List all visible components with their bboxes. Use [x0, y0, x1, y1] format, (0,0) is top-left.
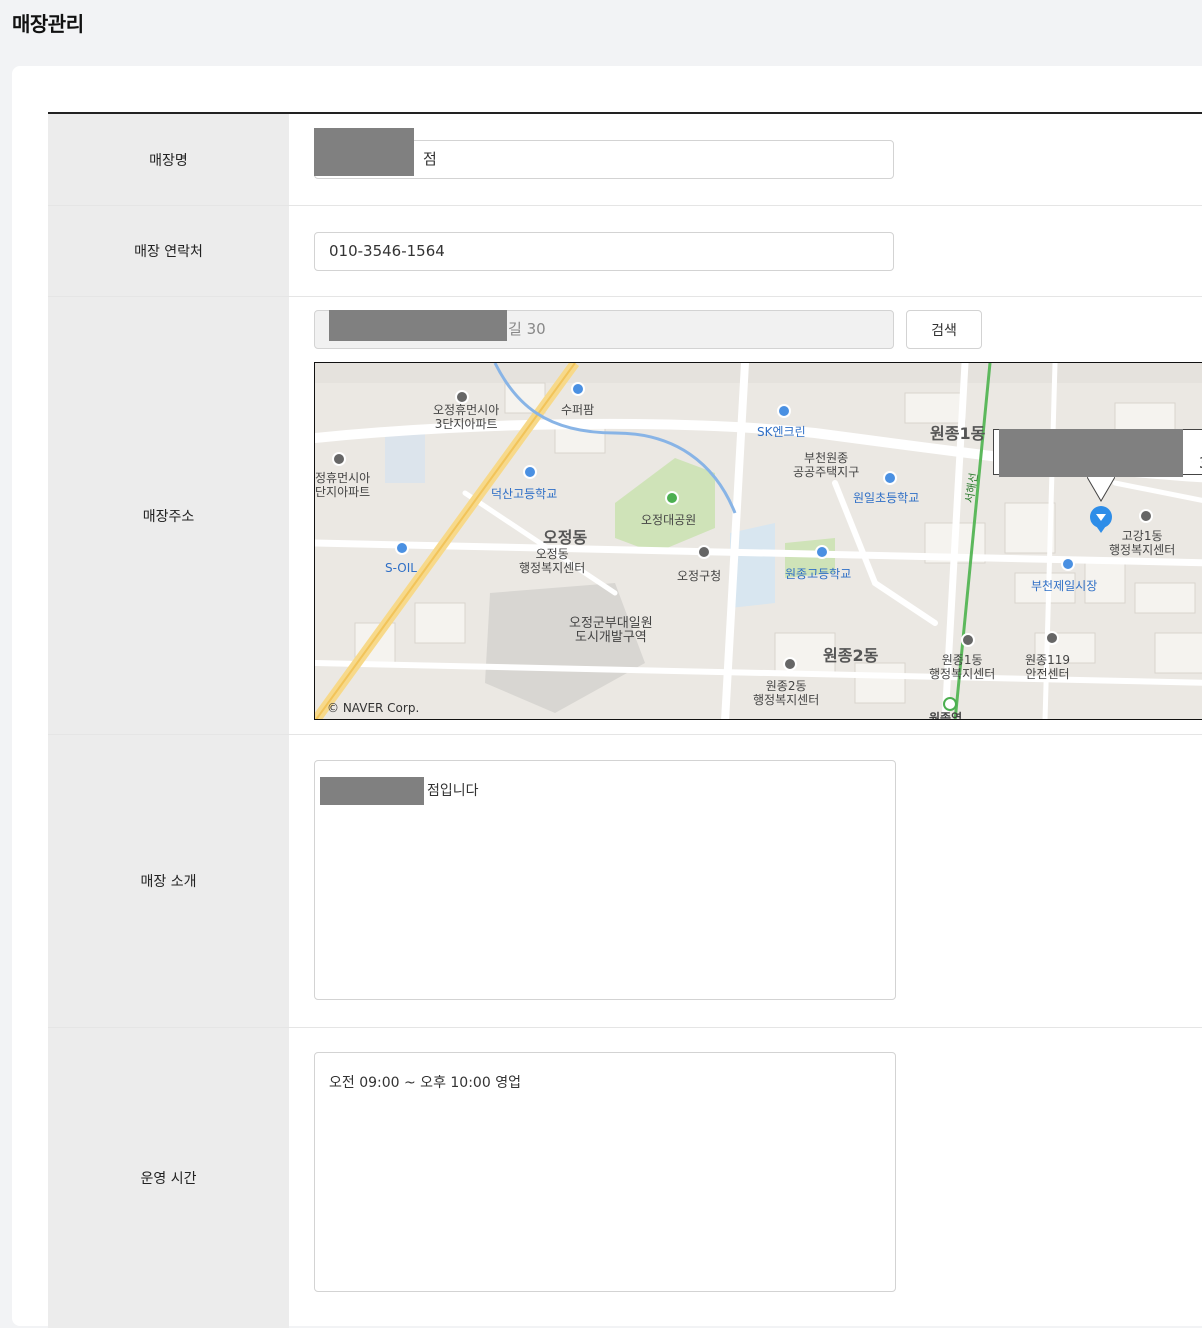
map-label-market: 부천제일시장	[1031, 579, 1098, 593]
map-label-apt-left: 정휴먼시아 단지아파트	[315, 471, 371, 499]
phone-input[interactable]: 010-3546-1564	[314, 232, 894, 271]
government-icon	[961, 633, 975, 647]
school-icon	[883, 471, 897, 485]
station-icon	[943, 697, 957, 711]
map-label-ojeong-park: 오정대공원	[641, 513, 697, 527]
map-label-wonil: 원일초등학교	[853, 491, 920, 505]
map-label-fire: 원종119 안전센터	[1025, 653, 1070, 681]
intro-label: 매장 소개	[48, 735, 289, 1027]
map-label-ojeong-office: 오정구청	[677, 569, 722, 583]
row-phone: 매장 연락처 010-3546-1564	[48, 206, 1202, 297]
map-label-wonjong1-center: 원종1동 행정복지센터	[929, 653, 996, 681]
map-label-wonjong1: 원종1동	[930, 424, 986, 443]
hours-textarea[interactable]: 오전 09:00 ~ 오후 10:00 영업	[314, 1052, 896, 1292]
map-label-wonjong-high: 원종고등학교	[785, 567, 852, 581]
school-icon	[523, 465, 537, 479]
redacted-block	[999, 429, 1183, 477]
gas-station-icon	[777, 404, 791, 418]
fire-station-icon	[1045, 631, 1059, 645]
map-label-sk: SK엔크린	[757, 425, 806, 439]
redacted-block	[320, 777, 424, 805]
map-label-apt3: 오정휴먼시아 3단지아파트	[433, 403, 500, 431]
map-copyright: © NAVER Corp.	[327, 701, 420, 715]
map-label-bucheon-public: 부천원종 공공주택지구	[793, 451, 860, 479]
gas-station-icon	[395, 541, 409, 555]
phone-label: 매장 연락처	[48, 206, 289, 296]
market-icon	[1061, 557, 1075, 571]
map-label-soil: S-OIL	[385, 561, 417, 575]
park-icon	[665, 491, 679, 505]
map-label-wonjong2: 원종2동	[823, 646, 879, 665]
page-title: 매장관리	[12, 12, 84, 36]
map[interactable]: 오정휴먼시아 3단지아파트 수퍼팜 SK엔크린 원종1동 부천원종 공공주택지구 원…	[314, 362, 1202, 720]
map-label-military: 오정군부대일원 도시개발구역	[569, 616, 653, 645]
map-label-deoksan: 덕산고등학교	[491, 487, 558, 501]
apartment-icon	[332, 452, 346, 466]
row-store-name: 매장명 점	[48, 114, 1202, 206]
map-label-ojeong-dong: 오정동	[543, 528, 588, 547]
map-label-wonjong2-center: 원종2동 행정복지센터	[753, 679, 820, 707]
map-label-station: 원종역	[929, 711, 963, 720]
store-form: 매장명 점 매장 연락처 010-3546-1564 매장주소 길 30 검색	[48, 112, 1202, 1328]
search-button[interactable]: 검색	[906, 310, 982, 349]
map-label-superpharm: 수퍼팜	[561, 403, 595, 417]
address-label: 매장주소	[48, 297, 289, 734]
store-name-label: 매장명	[48, 114, 289, 205]
government-icon	[783, 657, 797, 671]
location-pin-icon	[1087, 477, 1115, 533]
row-hours: 운영 시간 오전 09:00 ~ 오후 10:00 영업	[48, 1028, 1202, 1328]
row-address: 매장주소 길 30 검색 오정휴먼시아 3단지아파트 수퍼팜 SK엔크린 원종1…	[48, 297, 1202, 735]
redacted-block	[329, 310, 507, 341]
apartment-icon	[455, 390, 469, 404]
government-icon	[1139, 509, 1153, 523]
redacted-block	[314, 128, 414, 176]
hours-label: 운영 시간	[48, 1028, 289, 1328]
government-icon	[697, 545, 711, 559]
row-intro: 매장 소개 점입니다	[48, 735, 1202, 1028]
school-icon	[815, 545, 829, 559]
shop-icon	[571, 382, 585, 396]
map-label-gogang: 고강1동 행정복지센터	[1109, 529, 1176, 557]
map-label-ojeong-center: 오정동 행정복지센터	[519, 547, 586, 575]
